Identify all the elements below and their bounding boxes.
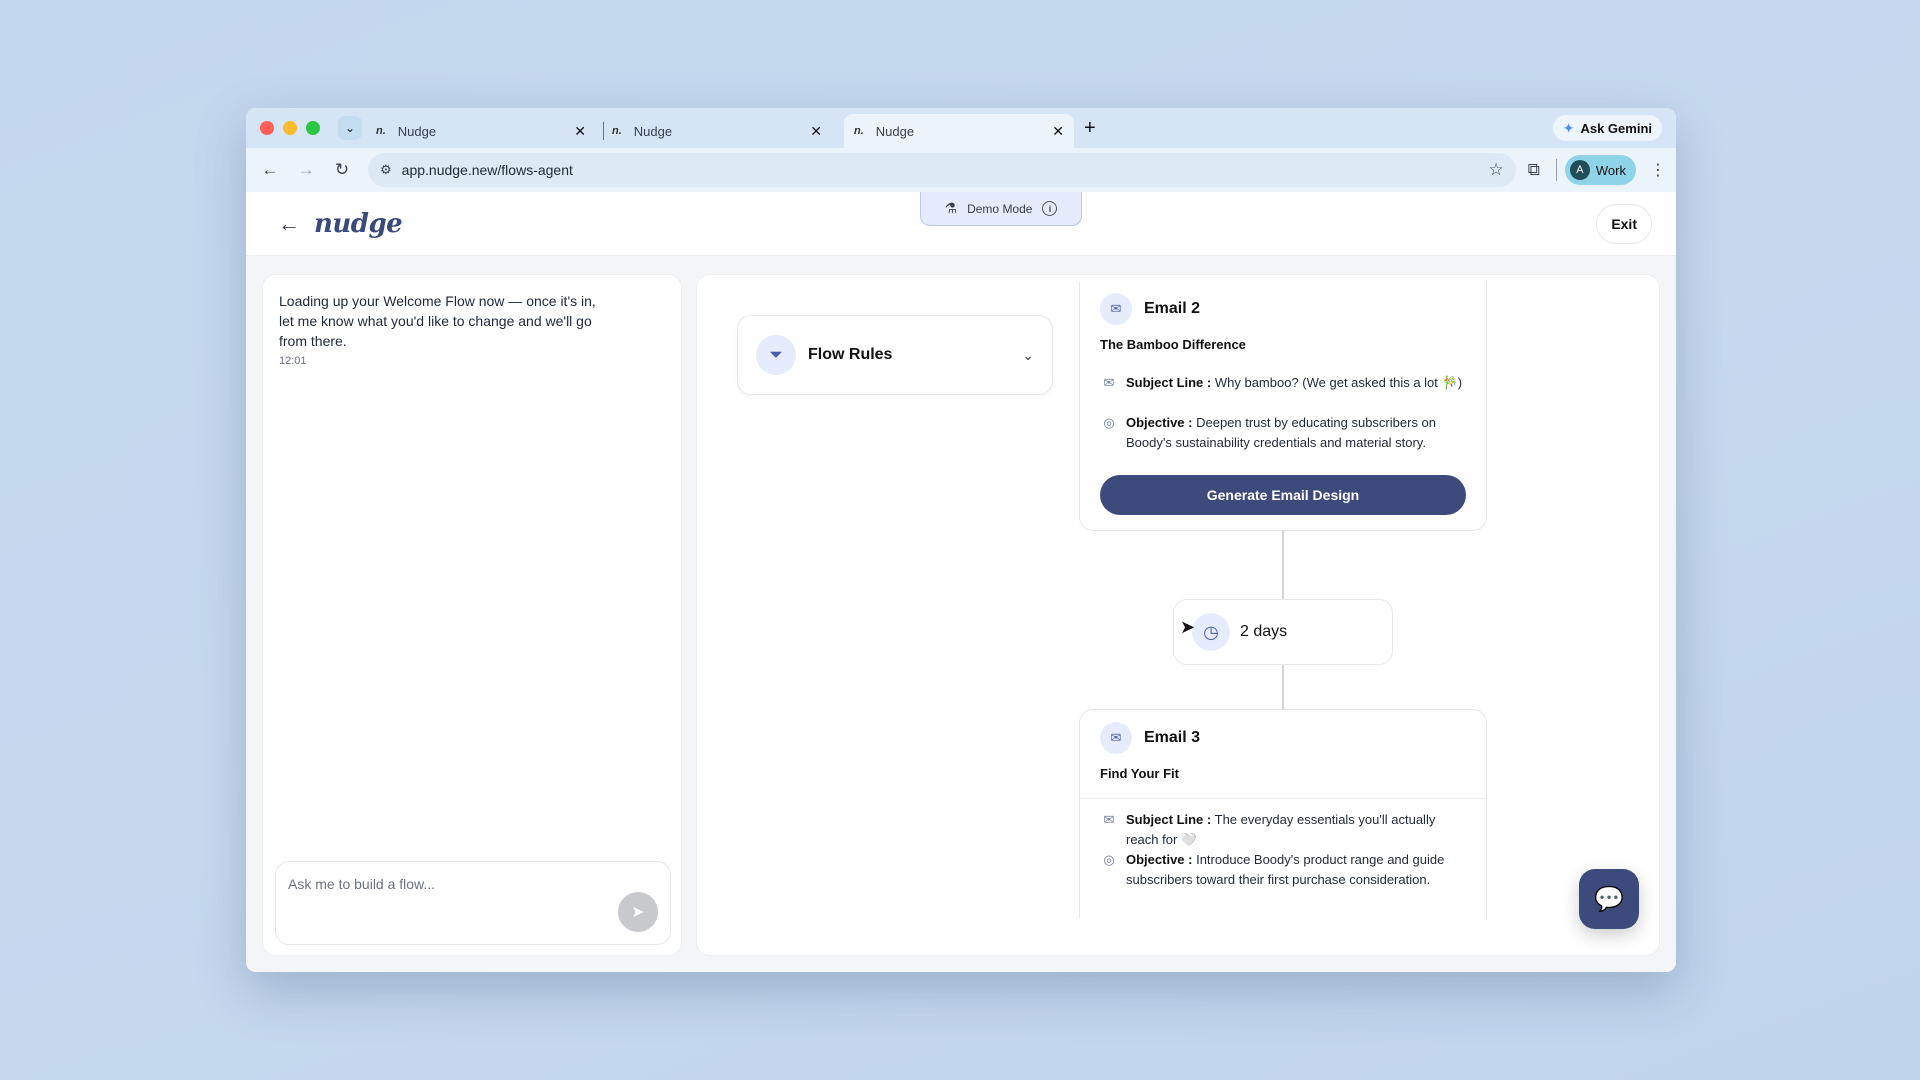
- mail-icon: ✉: [1100, 722, 1132, 754]
- generate-email-design-button[interactable]: Generate Email Design: [1100, 475, 1466, 515]
- mail-icon: ✉: [1100, 293, 1132, 325]
- flow-rules-dropdown[interactable]: ⏷ Flow Rules ⌄: [737, 315, 1053, 395]
- gemini-sparkle-icon: ✦: [1562, 119, 1575, 136]
- chat-bubble-icon: 💬: [1594, 885, 1624, 913]
- nudge-logo[interactable]: nudge: [314, 209, 403, 239]
- objective-row: ◎ Objective : Deepen trust by educating …: [1100, 413, 1470, 453]
- nudge-favicon-icon: n.: [854, 125, 864, 137]
- delay-node[interactable]: ◷ 2 days: [1173, 599, 1393, 665]
- close-tab-icon[interactable]: ✕: [810, 123, 822, 140]
- demo-mode-badge[interactable]: ⚗ Demo Mode i: [920, 192, 1082, 226]
- card-divider: [1080, 798, 1486, 799]
- profile-button[interactable]: A Work: [1564, 155, 1636, 185]
- reload-icon[interactable]: ↻: [328, 160, 356, 180]
- flow-rules-label: Flow Rules: [808, 346, 893, 363]
- filter-funnel-icon: ⏷: [756, 335, 796, 375]
- target-icon: ◎: [1103, 852, 1115, 867]
- extensions-puzzle-icon[interactable]: ⧉: [1528, 160, 1540, 180]
- email-2-card[interactable]: ✉ Email 2 The Bamboo Difference ✉ Subjec…: [1079, 281, 1487, 531]
- close-window-button[interactable]: [260, 121, 274, 135]
- chat-input-box[interactable]: Ask me to build a flow... ➤: [275, 861, 671, 945]
- target-icon: ◎: [1103, 415, 1115, 430]
- assistant-message: Loading up your Welcome Flow now — once …: [279, 293, 596, 349]
- email-subtitle: Find Your Fit: [1100, 766, 1179, 781]
- message-timestamp: 12:01: [279, 355, 307, 367]
- close-tab-icon[interactable]: ✕: [574, 123, 586, 140]
- clock-icon: ◷: [1192, 613, 1230, 651]
- tab-strip: ⌄ n. Nudge ✕ n. Nudge ✕ n. Nudge ✕ + ✦ A…: [246, 108, 1676, 148]
- mouse-cursor-icon: ➤: [1180, 617, 1196, 637]
- mail-icon: ✉: [1103, 812, 1115, 827]
- nudge-favicon-icon: n.: [376, 125, 386, 137]
- flow-connector: [1282, 665, 1284, 709]
- maximize-window-button[interactable]: [306, 121, 320, 135]
- objective-row: ◎ Objective : Introduce Boody's product …: [1100, 850, 1470, 890]
- ask-gemini-label: Ask Gemini: [1580, 120, 1652, 136]
- app-header: ← nudge ⚗ Demo Mode i Exit: [246, 192, 1676, 256]
- window-controls: [260, 121, 320, 135]
- demo-mode-label: Demo Mode: [967, 201, 1033, 216]
- ask-gemini-button[interactable]: ✦ Ask Gemini: [1552, 115, 1662, 141]
- tab-title: Nudge: [397, 123, 437, 139]
- profile-label: Work: [1595, 162, 1626, 178]
- info-icon[interactable]: i: [1042, 201, 1058, 216]
- chevron-down-icon: ⌄: [1022, 346, 1034, 363]
- browser-tab-3-active[interactable]: n. Nudge ✕: [844, 114, 1074, 148]
- bookmark-star-icon[interactable]: ☆: [1489, 160, 1504, 180]
- objective-label: Objective :: [1126, 415, 1193, 430]
- flow-connector: [1282, 531, 1284, 599]
- subject-line-text: Subject Line : Why bamboo? (We get asked…: [1126, 373, 1462, 393]
- subject-line-row: ✉ Subject Line : The everyday essentials…: [1100, 810, 1470, 850]
- subject-line-value: Why bamboo? (We get asked this a lot 🎋): [1214, 375, 1463, 390]
- chat-input-placeholder[interactable]: Ask me to build a flow...: [288, 876, 435, 892]
- browser-window: ⌄ n. Nudge ✕ n. Nudge ✕ n. Nudge ✕ + ✦ A…: [246, 108, 1676, 972]
- flow-canvas: ⏷ Flow Rules ⌄ ✉ Email 2 The Bamboo Diff…: [696, 274, 1660, 956]
- close-tab-icon[interactable]: ✕: [1052, 123, 1064, 140]
- send-button[interactable]: ➤: [618, 892, 658, 932]
- back-arrow-icon[interactable]: ←: [256, 160, 284, 180]
- chat-support-button[interactable]: 💬: [1579, 869, 1639, 929]
- email-title: Email 2: [1144, 300, 1201, 317]
- send-arrow-icon: ➤: [631, 904, 645, 921]
- objective-label: Objective :: [1126, 852, 1193, 867]
- tab-title: Nudge: [633, 123, 673, 139]
- avatar: A: [1569, 160, 1590, 180]
- address-bar[interactable]: ⚙ app.nudge.new/flows-agent ☆: [368, 153, 1516, 187]
- tab-search-chevron-icon[interactable]: ⌄: [338, 116, 362, 140]
- back-arrow-icon[interactable]: ←: [278, 211, 300, 237]
- new-tab-icon[interactable]: +: [1084, 117, 1096, 140]
- email-title: Email 3: [1144, 729, 1201, 746]
- subject-line-label: Subject Line :: [1126, 812, 1212, 827]
- forward-arrow-icon[interactable]: →: [292, 160, 320, 180]
- flask-icon: ⚗: [944, 200, 958, 216]
- url-text[interactable]: app.nudge.new/flows-agent: [402, 162, 1489, 178]
- browser-toolbar: ← → ↻ ⚙ app.nudge.new/flows-agent ☆ ⧉ A …: [246, 148, 1676, 192]
- email-3-card[interactable]: ✉ Email 3 Find Your Fit ✉ Subject Line :…: [1079, 709, 1487, 919]
- subject-line-row: ✉ Subject Line : Why bamboo? (We get ask…: [1100, 373, 1470, 393]
- chat-panel: Loading up your Welcome Flow now — once …: [262, 274, 682, 956]
- subject-line-text: Subject Line : The everyday essentials y…: [1126, 810, 1470, 850]
- browser-tab-1[interactable]: n. Nudge ✕: [366, 114, 596, 148]
- subject-line-label: Subject Line :: [1126, 375, 1212, 390]
- site-settings-icon[interactable]: ⚙: [380, 162, 392, 178]
- exit-button[interactable]: Exit: [1596, 204, 1652, 244]
- objective-text: Objective : Deepen trust by educating su…: [1126, 413, 1470, 453]
- browser-tab-2[interactable]: n. Nudge ✕: [602, 114, 832, 148]
- app-content: ← nudge ⚗ Demo Mode i Exit Loading up yo…: [246, 192, 1676, 972]
- mail-icon: ✉: [1103, 375, 1115, 390]
- tab-title: Nudge: [875, 123, 915, 139]
- minimize-window-button[interactable]: [283, 121, 297, 135]
- nudge-favicon-icon: n.: [612, 125, 622, 137]
- email-card-header: ✉ Email 2: [1100, 293, 1200, 325]
- email-card-header: ✉ Email 3: [1100, 722, 1200, 754]
- more-menu-icon[interactable]: ⋮: [1650, 160, 1666, 180]
- toolbar-divider: [1555, 159, 1557, 181]
- objective-text: Objective : Introduce Boody's product ra…: [1126, 850, 1470, 890]
- delay-label: 2 days: [1240, 623, 1288, 640]
- email-subtitle: The Bamboo Difference: [1100, 337, 1246, 352]
